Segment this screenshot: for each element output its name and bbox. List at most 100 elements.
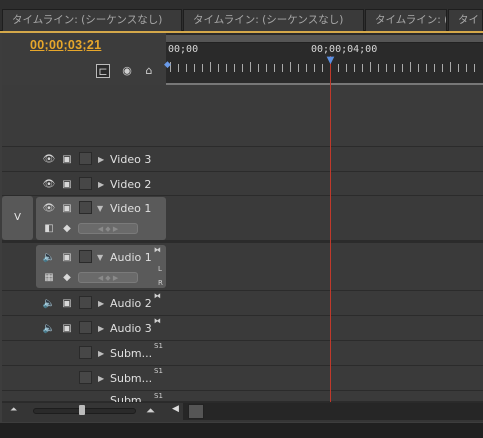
track-name: Subm... xyxy=(110,347,153,360)
film-icon[interactable]: ▣ xyxy=(60,202,74,215)
ruler-tick xyxy=(450,62,451,72)
expand-triangle-icon[interactable]: ▶ xyxy=(98,322,104,335)
eye-icon[interactable]: 👁 xyxy=(42,202,56,215)
speaker-icon[interactable]: 🔈 xyxy=(42,297,56,310)
ruler-tick xyxy=(226,64,227,72)
ruler-tick xyxy=(354,64,355,72)
track-lane-audio-1[interactable] xyxy=(166,241,483,291)
tab-timeline-1[interactable]: タイムライン: (シーケンスなし) xyxy=(2,9,182,31)
stereo-icon: ⧓ xyxy=(154,246,161,254)
tab-timeline-4[interactable]: タイ xyxy=(448,9,483,31)
lock-toggle[interactable] xyxy=(79,250,92,263)
speaker-icon[interactable]: 🔈 xyxy=(42,322,56,335)
submix-tag: S1 xyxy=(154,342,163,350)
lock-toggle[interactable] xyxy=(79,296,92,309)
track-lane-audio-3[interactable] xyxy=(166,316,483,341)
ruler-tick xyxy=(186,64,187,72)
ruler-tick xyxy=(442,64,443,72)
ruler-tick xyxy=(306,64,307,72)
header-spacer xyxy=(2,85,166,147)
ruler-tick xyxy=(194,64,195,72)
film-icon[interactable]: ▣ xyxy=(60,322,74,335)
waveform-icon[interactable]: ▦ xyxy=(42,271,56,284)
ruler-tick xyxy=(282,64,283,72)
scroll-left-icon[interactable]: ◀ xyxy=(172,404,179,414)
film-icon[interactable]: ▣ xyxy=(60,153,74,166)
work-area-bar[interactable] xyxy=(166,35,483,43)
ruler-label-start: 00;00 xyxy=(168,44,199,55)
lock-toggle[interactable] xyxy=(79,346,92,359)
track-lane-submix-1[interactable] xyxy=(166,341,483,366)
track-lane-audio-2[interactable] xyxy=(166,291,483,316)
keyframe-icon[interactable]: ◆ xyxy=(60,222,74,235)
display-style-icon[interactable]: ◧ xyxy=(42,222,56,235)
marker-icon[interactable]: ◉ xyxy=(120,64,134,78)
channel-left-label: L xyxy=(158,265,162,273)
stereo-icon: ⧓ xyxy=(154,317,161,325)
snap-icon[interactable]: ⊏ xyxy=(96,64,110,78)
keyframe-icon[interactable]: ◆ xyxy=(60,271,74,284)
track-lane-video-1[interactable] xyxy=(166,196,483,241)
film-icon[interactable]: ▣ xyxy=(60,178,74,191)
zoom-in-icon[interactable]: ⏶ xyxy=(146,404,155,418)
track-name: Audio 3 xyxy=(110,322,152,335)
ruler-tick xyxy=(410,62,411,72)
tab-timeline-3[interactable]: タイムライン: (シーケンスなし) xyxy=(365,9,447,31)
expand-triangle-icon[interactable]: ▶ xyxy=(98,372,104,385)
keyframe-icon[interactable]: ⌂ xyxy=(142,64,156,78)
lock-toggle[interactable] xyxy=(79,201,92,214)
track-lane-video-3[interactable] xyxy=(166,147,483,172)
lock-toggle[interactable] xyxy=(79,371,92,384)
eye-icon[interactable]: 👁 xyxy=(42,153,56,166)
channel-right-label: R xyxy=(158,279,163,287)
ruler-tick xyxy=(378,64,379,72)
in-point-icon[interactable]: ◆ xyxy=(164,60,172,76)
ruler-tick xyxy=(258,64,259,72)
source-target-v[interactable]: V xyxy=(2,196,33,240)
track-lane-video-2[interactable] xyxy=(166,172,483,196)
submix-tag: S1 xyxy=(154,367,163,375)
ruler-tick xyxy=(314,64,315,72)
collapse-triangle-icon[interactable]: ▼ xyxy=(97,202,103,215)
ruler-tick xyxy=(426,64,427,72)
expand-triangle-icon[interactable]: ▶ xyxy=(98,153,104,166)
scrollbar-thumb[interactable] xyxy=(188,404,204,419)
timeline-spacer xyxy=(166,85,483,147)
ruler-tick xyxy=(234,64,235,72)
keyframe-navigator[interactable]: ◀ ◆ ▶ xyxy=(78,223,138,234)
track-lane-submix-2[interactable] xyxy=(166,366,483,391)
expand-triangle-icon[interactable]: ▶ xyxy=(98,297,104,310)
lock-toggle[interactable] xyxy=(79,321,92,334)
ruler-tick xyxy=(298,64,299,72)
track-lane-submix-3[interactable] xyxy=(166,391,483,402)
ruler-tick xyxy=(210,62,211,72)
lock-toggle[interactable] xyxy=(79,177,92,190)
speaker-icon[interactable]: 🔈 xyxy=(42,251,56,264)
ruler-tick xyxy=(290,62,291,72)
ruler-tick xyxy=(202,64,203,72)
track-name: Video 3 xyxy=(110,153,152,166)
track-name: Audio 1 xyxy=(110,251,152,264)
playhead-icon[interactable]: ▼ xyxy=(324,55,337,67)
current-timecode[interactable]: 00;00;03;21 xyxy=(30,38,101,52)
zoom-out-icon[interactable]: ⏶ xyxy=(10,405,17,415)
ruler-tick xyxy=(218,64,219,72)
horizontal-scrollbar[interactable] xyxy=(183,403,483,420)
ruler-tick xyxy=(458,64,459,72)
film-icon[interactable]: ▣ xyxy=(60,297,74,310)
ruler-tick xyxy=(434,64,435,72)
ruler-tick xyxy=(474,64,475,72)
track-name: Audio 2 xyxy=(110,297,152,310)
ruler-tick xyxy=(322,64,323,72)
eye-icon[interactable]: 👁 xyxy=(42,178,56,191)
ruler-tick xyxy=(418,64,419,72)
tab-timeline-2[interactable]: タイムライン: (シーケンスなし) xyxy=(183,9,364,31)
zoom-slider-handle[interactable] xyxy=(79,405,85,415)
lock-toggle[interactable] xyxy=(79,152,92,165)
film-icon[interactable]: ▣ xyxy=(60,251,74,264)
expand-triangle-icon[interactable]: ▶ xyxy=(98,347,104,360)
ruler-tick xyxy=(466,64,467,72)
keyframe-navigator[interactable]: ◀ ◆ ▶ xyxy=(78,272,138,283)
collapse-triangle-icon[interactable]: ▼ xyxy=(97,251,103,264)
expand-triangle-icon[interactable]: ▶ xyxy=(98,178,104,191)
